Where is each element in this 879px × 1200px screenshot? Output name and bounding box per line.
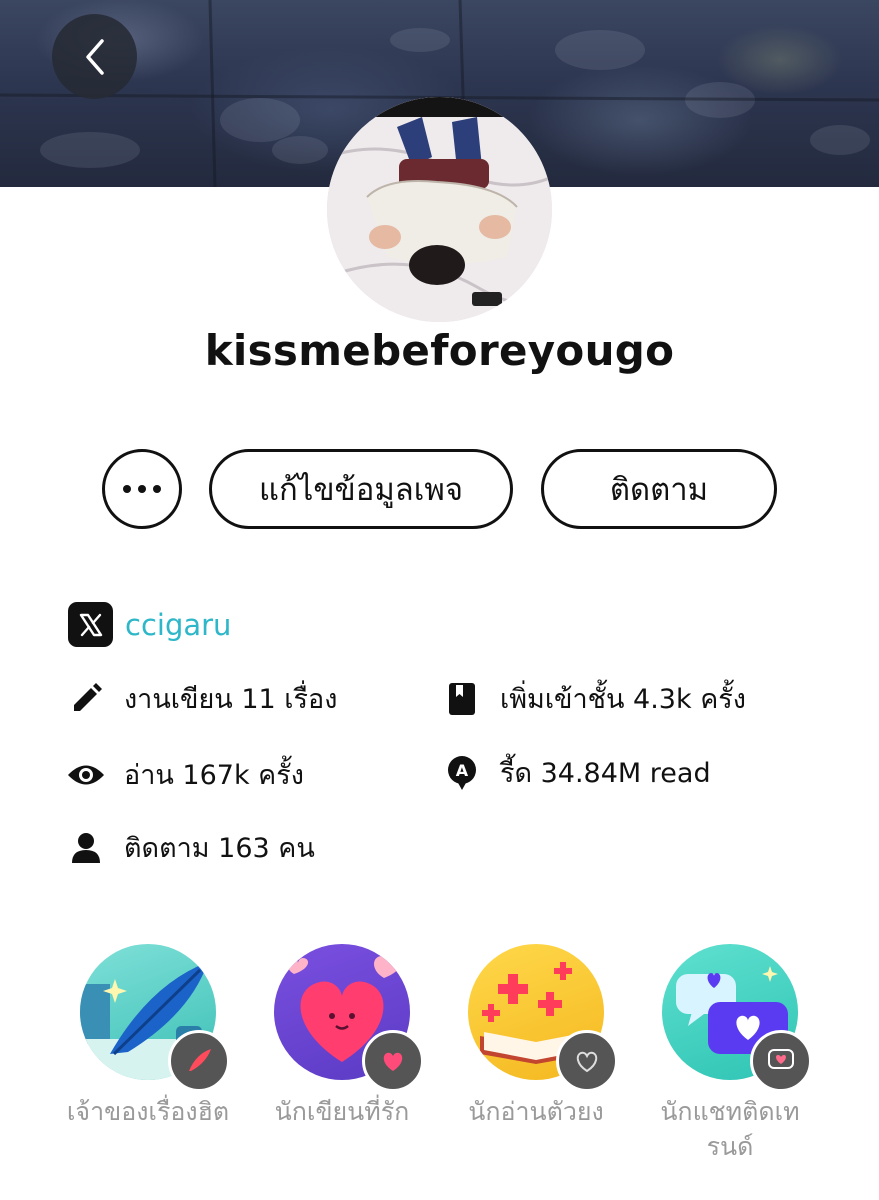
badge-popular-owner[interactable]: เจ้าของเรื่องฮิต — [67, 944, 230, 1129]
badge-label: เจ้าของเรื่องฮิต — [66, 1097, 230, 1126]
stat-reads: อ่าน 167k ครั้ง — [66, 753, 304, 796]
more-dots-icon — [123, 485, 161, 493]
chat-a-icon: A — [442, 753, 482, 793]
badge-sub-icon — [556, 1030, 618, 1092]
username: kissmebeforeyougo — [204, 326, 675, 375]
stat-works: งานเขียน 11 เรื่อง — [66, 677, 337, 720]
svg-text:A: A — [456, 761, 469, 780]
follow-button[interactable]: ติดตาม — [541, 449, 777, 529]
x-logo-icon — [68, 602, 113, 647]
stat-shelf-text: เพิ่มเข้าชั้น 4.3k ครั้ง — [500, 684, 746, 715]
twitter-handle[interactable]: ccigaru — [125, 608, 231, 642]
badge-avid-reader[interactable]: นักอ่านตัวยง — [461, 944, 618, 1129]
stat-read-count-text: รี้ด 34.84M read — [500, 758, 711, 789]
badge-sub-icon — [750, 1030, 812, 1092]
avatar-illustration — [327, 97, 552, 322]
eye-icon — [66, 755, 106, 795]
badge-label: นักอ่านตัวยง — [468, 1097, 604, 1126]
stat-shelf: เพิ่มเข้าชั้น 4.3k ครั้ง — [442, 677, 746, 720]
stat-read-count: A รี้ด 34.84M read — [442, 751, 711, 794]
stat-works-text: งานเขียน 11 เรื่อง — [124, 684, 338, 715]
stat-followers-text: ติดตาม 163 คน — [124, 833, 315, 864]
badge-image — [662, 944, 812, 1092]
badge-label: นักเขียนที่รัก — [274, 1097, 410, 1126]
badge-image — [274, 944, 424, 1092]
more-options-button[interactable] — [102, 449, 182, 529]
stat-followers: ติดตาม 163 คน — [66, 826, 315, 869]
avatar[interactable] — [327, 97, 552, 322]
badge-label: นักแชทติดเทรนด์ — [660, 1097, 800, 1161]
twitter-link-row[interactable]: ccigaru — [68, 602, 231, 647]
badge-beloved-writer[interactable]: นักเขียนที่รัก — [267, 944, 424, 1129]
edit-page-button[interactable]: แก้ไขข้อมูลเพจ — [209, 449, 513, 529]
bookmark-book-icon — [442, 679, 482, 719]
person-icon — [66, 828, 106, 868]
pencil-icon — [66, 679, 106, 719]
badge-image — [468, 944, 618, 1092]
badge-image — [80, 944, 230, 1092]
badge-sub-icon — [168, 1030, 230, 1092]
badge-sub-icon — [362, 1030, 424, 1092]
chevron-left-icon — [85, 38, 104, 75]
badge-trending-chatter[interactable]: นักแชทติดเทรนด์ — [655, 944, 812, 1164]
stat-reads-text: อ่าน 167k ครั้ง — [124, 760, 304, 791]
back-button[interactable] — [52, 14, 137, 99]
